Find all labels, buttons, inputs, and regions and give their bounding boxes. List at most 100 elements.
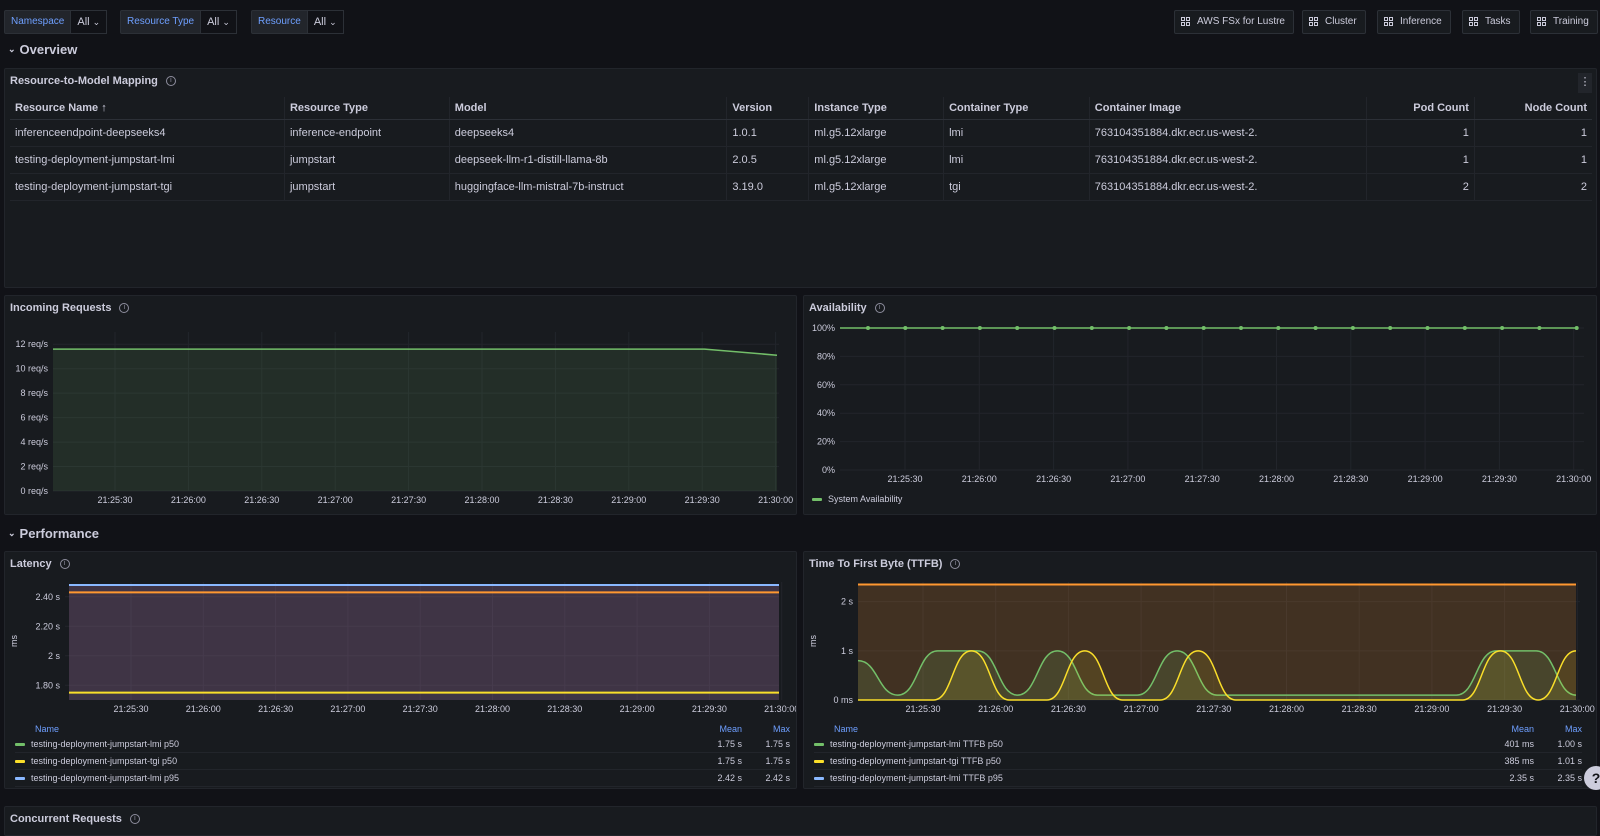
row-overview-title: Overview bbox=[19, 42, 78, 57]
panel-title: Concurrent Requests i bbox=[10, 813, 140, 825]
x-tick-label: 21:30:00 bbox=[764, 704, 796, 714]
legend-col-mean[interactable]: Mean bbox=[682, 724, 742, 734]
ttfb-chart[interactable]: 0 ms 1 s 2 s 21:25:30 21:26:00 21:26:30 21:27:… bbox=[804, 578, 1596, 728]
namespace-variable[interactable]: Namespace All ⌄ bbox=[4, 10, 108, 34]
row-performance[interactable]: ⌄ Performance bbox=[8, 526, 99, 541]
col-container-image[interactable]: Container Image bbox=[1088, 97, 1367, 120]
legend-col-name[interactable]: Name bbox=[15, 724, 682, 734]
data-point bbox=[1574, 326, 1579, 330]
col-pod-count[interactable]: Pod Count bbox=[1366, 97, 1475, 120]
legend-item[interactable]: System Availability bbox=[812, 494, 902, 504]
link-tasks[interactable]: Tasks bbox=[1462, 10, 1520, 34]
link-label: Training bbox=[1553, 16, 1589, 27]
legend-mean: 385 ms bbox=[1504, 756, 1534, 766]
panel-title-text: Latency bbox=[10, 558, 52, 570]
legend-max: 1.00 s bbox=[1557, 739, 1582, 749]
info-icon[interactable]: i bbox=[950, 559, 961, 569]
dashboard-grid-icon bbox=[1181, 17, 1191, 27]
col-container-type[interactable]: Container Type bbox=[943, 97, 1090, 120]
y-tick-label: 0% bbox=[822, 465, 835, 475]
info-icon[interactable]: i bbox=[165, 76, 176, 86]
x-tick-label: 21:28:00 bbox=[464, 495, 499, 505]
cell-instance-type: ml.g5.12xlarge bbox=[808, 173, 944, 201]
x-tick-label: 21:28:00 bbox=[475, 704, 510, 714]
col-resource-type[interactable]: Resource Type bbox=[283, 97, 450, 120]
latency-chart[interactable]: 1.80 s 2 s 2.20 s 2.40 s 21:25:30 21:26:00 21:… bbox=[5, 578, 796, 728]
info-icon[interactable]: i bbox=[129, 814, 140, 824]
info-icon[interactable]: i bbox=[119, 303, 130, 313]
legend-row[interactable]: testing-deployment-jumpstart-lmi p50 1.7… bbox=[15, 736, 790, 753]
resource-select[interactable]: All ⌄ bbox=[307, 10, 344, 34]
col-instance-type[interactable]: Instance Type bbox=[808, 97, 944, 120]
y-tick-label: 1 s bbox=[841, 646, 854, 656]
data-point bbox=[903, 326, 908, 330]
panel-menu-icon[interactable]: ⋮ bbox=[1578, 73, 1592, 93]
cell-container-image: 763104351884.dkr.ecr.us-west-2. bbox=[1088, 173, 1367, 201]
data-point bbox=[1537, 326, 1542, 330]
legend-max: 2.42 s bbox=[765, 773, 790, 783]
resource-model-mapping-panel: Resource-to-Model Mapping i ⋮ Resource N… bbox=[4, 68, 1597, 288]
x-tick-label: 21:26:00 bbox=[171, 495, 206, 505]
resource-type-variable[interactable]: Resource Type All ⌄ bbox=[120, 10, 237, 34]
legend-label: testing-deployment-jumpstart-lmi TTFB p9… bbox=[830, 773, 1003, 783]
info-icon[interactable]: i bbox=[59, 559, 70, 569]
resource-variable[interactable]: Resource All ⌄ bbox=[251, 10, 344, 34]
namespace-select[interactable]: All ⌄ bbox=[71, 10, 108, 34]
y-tick-label: 100% bbox=[812, 324, 835, 333]
incoming-requests-chart[interactable]: 0 req/s 2 req/s 4 req/s 6 req/s 8 req/s 10 re… bbox=[5, 324, 796, 514]
table-header-row: Resource Name ↑ Resource Type Model Vers… bbox=[10, 97, 1592, 120]
legend-row[interactable]: testing-deployment-jumpstart-lmi TTFB p9… bbox=[814, 770, 1582, 787]
x-tick-label: 21:30:00 bbox=[1556, 474, 1591, 484]
legend-row[interactable]: testing-deployment-jumpstart-lmi p95 2.4… bbox=[15, 770, 790, 787]
x-tick-label: 21:28:30 bbox=[1342, 704, 1377, 714]
link-aws-fsx-lustre[interactable]: AWS FSx for Lustre bbox=[1174, 10, 1294, 34]
legend-max: 1.75 s bbox=[765, 756, 790, 766]
cell-instance-type: ml.g5.12xlarge bbox=[808, 119, 944, 147]
y-tick-label: 2 s bbox=[48, 651, 61, 661]
availability-chart[interactable]: 0% 20% 40% 60% 80% 100% 21:25:30 21:26:00 21:26:… bbox=[804, 324, 1596, 494]
link-training[interactable]: Training bbox=[1530, 10, 1598, 34]
col-node-count[interactable]: Node Count bbox=[1473, 97, 1592, 120]
panel-title-text: Incoming Requests bbox=[10, 302, 112, 314]
col-version[interactable]: Version bbox=[726, 97, 809, 120]
row-performance-title: Performance bbox=[19, 526, 100, 541]
table-row[interactable]: testing-deployment-jumpstart-lmi jumpsta… bbox=[10, 146, 1592, 174]
x-tick-label: 21:30:00 bbox=[1560, 704, 1595, 714]
data-point bbox=[1313, 326, 1318, 330]
table-row[interactable]: inferenceendpoint-deepseeks4 inference-e… bbox=[10, 119, 1592, 147]
x-tick-label: 21:25:30 bbox=[97, 495, 132, 505]
legend-col-mean[interactable]: Mean bbox=[1474, 724, 1534, 734]
y-tick-label: 60% bbox=[817, 380, 835, 390]
legend-col-max[interactable]: Max bbox=[742, 724, 790, 734]
legend-swatch bbox=[15, 742, 25, 746]
y-tick-label: 4 req/s bbox=[20, 437, 48, 447]
link-label: Inference bbox=[1400, 16, 1442, 27]
cell-resource-type: jumpstart bbox=[283, 146, 450, 174]
legend-col-max[interactable]: Max bbox=[1534, 724, 1582, 734]
resource-type-select[interactable]: All ⌄ bbox=[201, 10, 237, 34]
x-tick-label: 21:26:30 bbox=[244, 495, 279, 505]
col-resource-name[interactable]: Resource Name ↑ bbox=[10, 97, 285, 120]
legend-row[interactable]: testing-deployment-jumpstart-lmi TTFB p5… bbox=[814, 736, 1582, 753]
x-tick-label: 21:27:00 bbox=[330, 704, 365, 714]
resource-label: Resource bbox=[251, 10, 308, 34]
legend-swatch bbox=[814, 742, 824, 746]
legend-row[interactable]: testing-deployment-jumpstart-tgi TTFB p5… bbox=[814, 753, 1582, 770]
x-tick-label: 21:29:30 bbox=[1482, 474, 1517, 484]
link-inference[interactable]: Inference bbox=[1377, 10, 1451, 34]
data-point bbox=[1201, 326, 1206, 330]
cell-container-image: 763104351884.dkr.ecr.us-west-2. bbox=[1088, 146, 1367, 174]
link-cluster[interactable]: Cluster bbox=[1302, 10, 1366, 34]
col-model[interactable]: Model bbox=[448, 97, 727, 120]
info-icon[interactable]: i bbox=[874, 303, 885, 313]
legend-col-name[interactable]: Name bbox=[814, 724, 1474, 734]
y-axis-label: ms bbox=[808, 635, 818, 647]
legend-mean: 1.75 s bbox=[717, 756, 742, 766]
link-label: Cluster bbox=[1325, 16, 1357, 27]
data-point bbox=[940, 326, 945, 330]
data-point bbox=[1388, 326, 1393, 330]
legend-row[interactable]: testing-deployment-jumpstart-tgi p50 1.7… bbox=[15, 753, 790, 770]
table-row[interactable]: testing-deployment-jumpstart-tgi jumpsta… bbox=[10, 173, 1592, 201]
concurrent-requests-panel: Concurrent Requests i bbox=[4, 806, 1597, 836]
row-overview[interactable]: ⌄ Overview bbox=[8, 42, 77, 57]
